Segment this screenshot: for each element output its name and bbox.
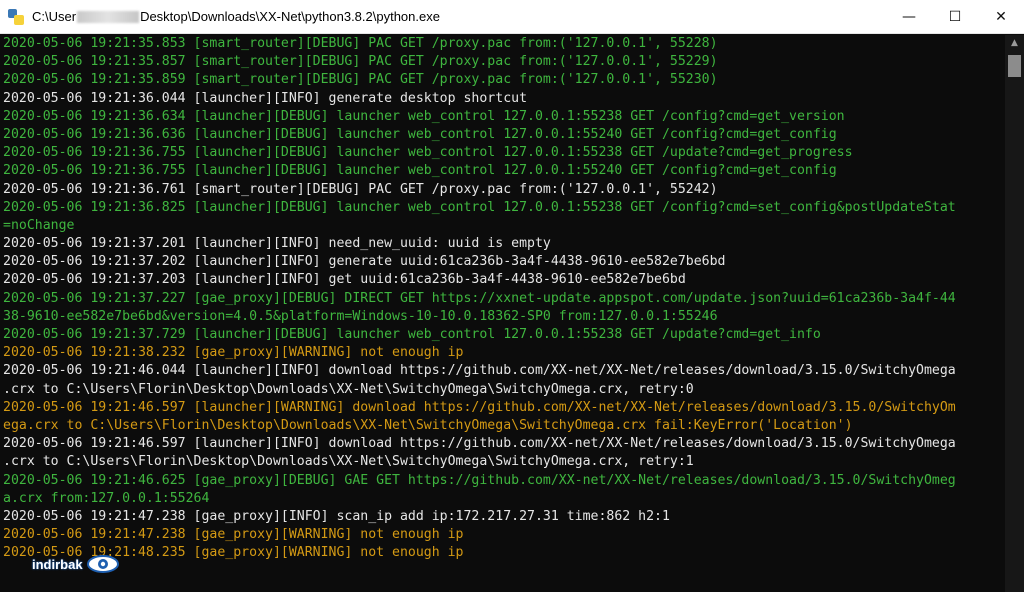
log-line: .crx to C:\Users\Florin\Desktop\Download… [3,381,694,397]
log-line: 2020-05-06 19:21:37.202 [launcher][INFO]… [3,254,726,270]
window-controls: — ☐ ✕ [886,0,1024,34]
window-title-prefix: C:\User [32,9,77,24]
log-line: 2020-05-06 19:21:36.755 [launcher][DEBUG… [3,163,837,179]
minimize-button[interactable]: — [886,0,932,34]
log-line: .crx to C:\Users\Florin\Desktop\Download… [3,454,694,470]
log-line: 2020-05-06 19:21:35.857 [smart_router][D… [3,54,718,70]
log-line: 2020-05-06 19:21:46.597 [launcher][INFO]… [3,436,956,452]
scrollbar-thumb[interactable] [1008,55,1021,77]
log-line: 2020-05-06 19:21:46.597 [launcher][WARNI… [3,399,956,415]
log-line: 2020-05-06 19:21:36.044 [launcher][INFO]… [3,90,528,106]
window-title-suffix: Desktop\Downloads\XX-Net\python3.8.2\pyt… [140,9,440,24]
log-line: ega.crx to C:\Users\Florin\Desktop\Downl… [3,417,853,433]
log-line: 2020-05-06 19:21:36.825 [launcher][DEBUG… [3,199,956,215]
log-line: 2020-05-06 19:21:35.859 [smart_router][D… [3,72,718,88]
title-bar[interactable]: C:\User Desktop\Downloads\XX-Net\python3… [0,0,1024,34]
console-window: C:\User Desktop\Downloads\XX-Net\python3… [0,0,1024,592]
maximize-button[interactable]: ☐ [932,0,978,34]
log-line: 2020-05-06 19:21:47.238 [gae_proxy][WARN… [3,527,464,543]
log-line: 2020-05-06 19:21:36.761 [smart_router][D… [3,181,718,197]
log-line: 2020-05-06 19:21:35.853 [smart_router][D… [3,36,718,51]
log-line: 2020-05-06 19:21:47.238 [gae_proxy][INFO… [3,508,670,524]
log-line: 2020-05-06 19:21:46.625 [gae_proxy][DEBU… [3,472,956,488]
eye-logo-icon [86,555,119,573]
vertical-scrollbar[interactable]: ▲ [1005,35,1024,592]
log-line: a.crx from:127.0.0.1:55264 [3,490,210,506]
scroll-up-arrow-icon[interactable]: ▲ [1005,35,1024,52]
window-title: C:\User Desktop\Downloads\XX-Net\python3… [32,9,440,24]
log-line: 2020-05-06 19:21:37.201 [launcher][INFO]… [3,236,551,252]
close-button[interactable]: ✕ [978,0,1024,34]
log-line: 2020-05-06 19:21:38.232 [gae_proxy][WARN… [3,345,464,361]
log-line: 38-9610-ee582e7be6bd&version=4.0.5&platf… [3,308,718,324]
log-line: 2020-05-06 19:21:48.235 [gae_proxy][WARN… [3,545,464,561]
log-line: 2020-05-06 19:21:36.636 [launcher][DEBUG… [3,126,837,142]
log-line: 2020-05-06 19:21:37.203 [launcher][INFO]… [3,272,686,288]
log-line: 2020-05-06 19:21:36.634 [launcher][DEBUG… [3,108,845,124]
watermark-text: indirbak [32,556,83,572]
log-line: 2020-05-06 19:21:37.729 [launcher][DEBUG… [3,327,821,342]
log-line: 2020-05-06 19:21:37.227 [gae_proxy][DEBU… [3,290,956,306]
python-icon [8,8,24,25]
log-line: =noChange [3,217,75,233]
watermark: indirbak [32,553,120,575]
redacted-username [77,10,140,23]
console-output[interactable]: 2020-05-06 19:21:35.853 [smart_router][D… [0,35,1005,592]
log-line: 2020-05-06 19:21:36.755 [launcher][DEBUG… [3,145,853,161]
log-line: 2020-05-06 19:21:46.044 [launcher][INFO]… [3,363,956,379]
